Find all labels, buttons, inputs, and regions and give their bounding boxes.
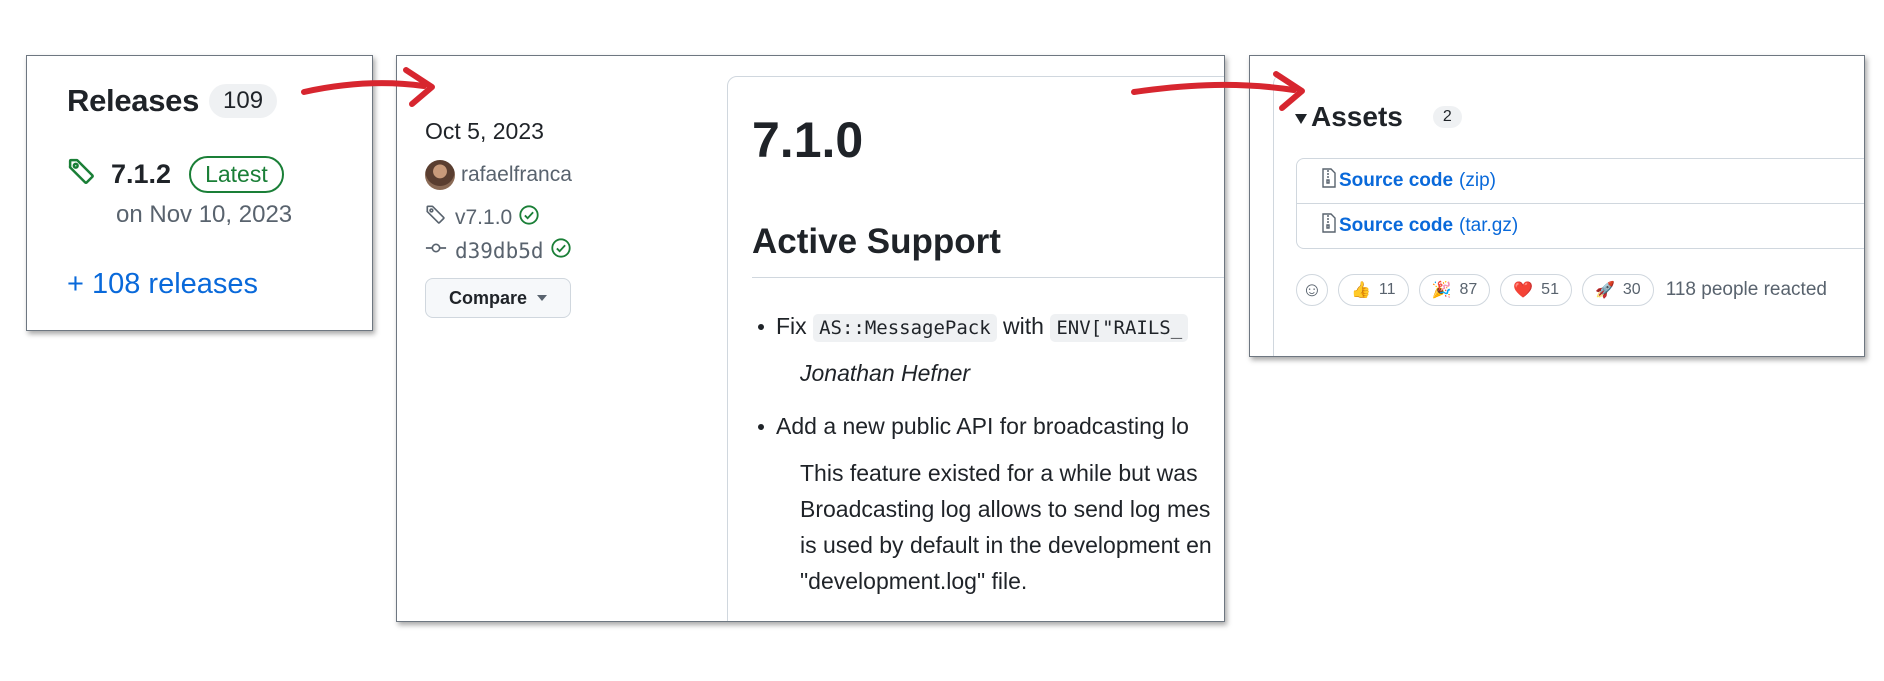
release-date: Oct 5, 2023 <box>425 118 544 144</box>
inline-code: ENV["RAILS_ <box>1050 314 1189 342</box>
commit-icon <box>425 237 447 264</box>
asset-row-zip[interactable]: Source code (zip) <box>1297 159 1864 203</box>
releases-title[interactable]: Releases <box>67 83 199 119</box>
assets-panel: Assets 2 Source code (zip) Source code (… <box>1249 55 1865 357</box>
verified-check-icon <box>518 204 540 232</box>
bullet-text: with <box>1003 313 1044 339</box>
compare-button[interactable]: Compare <box>425 278 571 318</box>
paragraph-line: This feature existed for a while but was <box>800 460 1198 486</box>
release-author[interactable]: rafaelfranca <box>425 160 572 190</box>
heart-icon: ❤️ <box>1513 282 1534 299</box>
rocket-icon: 🚀 <box>1594 282 1615 299</box>
asset-name[interactable]: Source code <box>1339 215 1453 237</box>
asset-ext[interactable]: (tar.gz) <box>1459 215 1518 237</box>
section-heading: Active Support <box>752 222 1001 261</box>
list-item: Fix AS::MessagePack with ENV["RAILS_ <box>757 313 1189 342</box>
latest-version-link[interactable]: 7.1.2 <box>111 159 171 190</box>
inline-code: AS::MessagePack <box>813 314 997 342</box>
assets-list: Source code (zip) Source code (tar.gz) <box>1296 158 1864 249</box>
release-detail-panel: Oct 5, 2023 rafaelfranca v7.1.0 d39db5d … <box>396 55 1225 622</box>
reaction-heart[interactable]: ❤️ 51 <box>1500 274 1572 306</box>
asset-ext[interactable]: (zip) <box>1459 170 1496 192</box>
reaction-thumbsup[interactable]: 👍 11 <box>1338 274 1409 306</box>
bullet-text: Fix <box>776 313 807 339</box>
list-item: Add a new public API for broadcasting lo <box>758 413 1189 439</box>
compare-label: Compare <box>448 287 528 308</box>
tag-icon <box>425 204 447 232</box>
chevron-down-icon <box>537 295 548 301</box>
release-version-heading[interactable]: 7.1.0 <box>752 111 863 169</box>
asset-name[interactable]: Source code <box>1339 170 1453 192</box>
assets-count-badge: 2 <box>1432 106 1462 128</box>
latest-badge: Latest <box>189 156 284 193</box>
paragraph-line: is used by default in the development en <box>800 532 1212 558</box>
verified-check-icon <box>550 237 572 264</box>
party-popper-icon: 🎉 <box>1431 282 1452 299</box>
reaction-count: 87 <box>1459 281 1478 298</box>
tag-icon <box>67 157 97 192</box>
thumbs-up-icon: 👍 <box>1351 282 1371 299</box>
assets-title[interactable]: Assets <box>1311 101 1403 133</box>
latest-release-date: on Nov 10, 2023 <box>116 201 293 228</box>
reaction-tada[interactable]: 🎉 87 <box>1418 274 1491 306</box>
author-name[interactable]: rafaelfranca <box>461 163 572 187</box>
annotation-arrow-icon <box>301 67 435 107</box>
reaction-count: 51 <box>1541 281 1559 298</box>
reaction-count: 11 <box>1378 281 1396 298</box>
more-releases-link[interactable]: + 108 releases <box>67 268 258 301</box>
reactions-summary: 118 people reacted <box>1665 279 1827 300</box>
file-zip-icon <box>1321 213 1337 239</box>
paragraph-line: Broadcasting log allows to send log mes <box>800 496 1211 522</box>
asset-row-targz[interactable]: Source code (tar.gz) <box>1297 203 1864 248</box>
tag-name[interactable]: v7.1.0 <box>455 206 512 230</box>
latest-release-row: 7.1.2 Latest <box>67 156 284 193</box>
paragraph-line: "development.log" file. <box>800 568 1028 594</box>
heading-divider <box>752 277 1224 278</box>
release-commit-row[interactable]: d39db5d <box>425 237 572 264</box>
file-zip-icon <box>1321 168 1337 194</box>
release-tag-row[interactable]: v7.1.0 <box>425 204 540 232</box>
reactions-bar: ☺ 👍 11 🎉 87 ❤️ 51 🚀 30 118 people reacte… <box>1296 274 1827 306</box>
releases-count-badge: 109 <box>209 84 278 118</box>
releases-header: Releases 109 <box>67 83 278 119</box>
release-notes-box: 7.1.0 Active Support Fix AS::MessagePack… <box>727 76 1224 621</box>
commit-sha[interactable]: d39db5d <box>455 239 544 263</box>
reaction-count: 30 <box>1622 281 1641 298</box>
bullet-author: Jonathan Hefner <box>800 360 971 386</box>
smiley-icon[interactable]: ☺ <box>1296 274 1328 306</box>
avatar[interactable] <box>425 160 455 190</box>
reaction-rocket[interactable]: 🚀 30 <box>1581 274 1654 306</box>
annotation-arrow-icon <box>1131 71 1305 111</box>
assets-header[interactable]: Assets 2 <box>1295 101 1462 133</box>
